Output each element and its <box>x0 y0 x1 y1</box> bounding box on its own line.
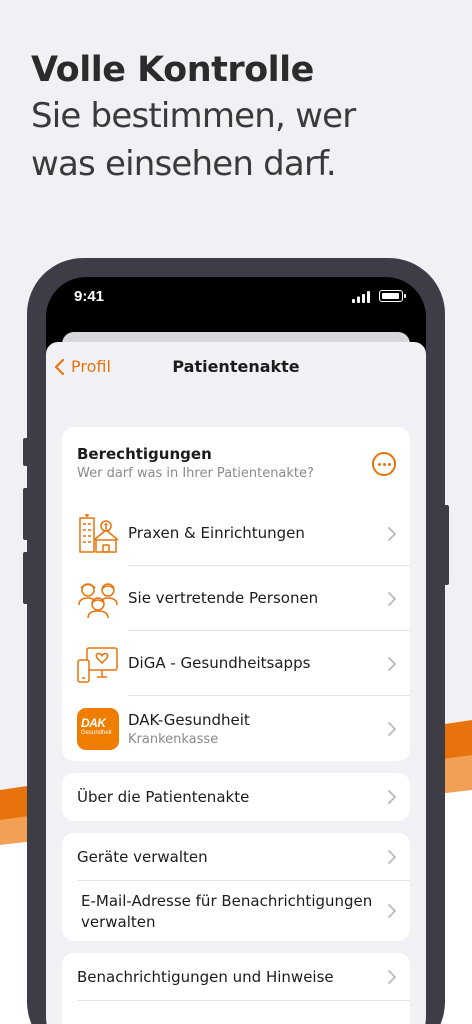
people-icon <box>78 583 118 619</box>
navigation-bar: Profil Patientenakte <box>46 342 426 392</box>
notch <box>134 277 338 305</box>
devices-card: Geräte verwalten E-Mail-Adresse für Bena… <box>62 833 410 941</box>
dak-logo-text: DAK <box>81 716 106 730</box>
permission-item-label: DiGA - Gesundheitsapps <box>128 654 311 672</box>
manage-email-item[interactable]: E-Mail-Adresse für Benachrichtigungen ve… <box>62 881 410 941</box>
chevron-right-icon <box>388 970 396 984</box>
manage-devices-item[interactable]: Geräte verwalten <box>62 833 410 881</box>
headline-title: Volle Kontrolle <box>31 50 314 90</box>
permissions-card: Berechtigungen Wer darf was in Ihrer Pat… <box>62 427 410 761</box>
about-patientenakte-item[interactable]: Über die Patientenakte <box>62 773 410 821</box>
chevron-right-icon <box>388 904 396 918</box>
notifications-item[interactable]: Benachrichtigungen und Hinweise <box>62 953 410 1001</box>
manage-email-label-line2: verwalten <box>81 913 156 931</box>
manage-devices-label: Geräte verwalten <box>77 848 208 866</box>
notifications-card: Benachrichtigungen und Hinweise <box>62 953 410 1024</box>
dak-logo-subtext: Gesundheit <box>81 730 112 736</box>
about-card: Über die Patientenakte <box>62 773 410 821</box>
battery-icon <box>379 290 406 302</box>
chevron-right-icon <box>388 850 396 864</box>
permission-item-praxen[interactable]: Praxen & Einrichtungen <box>62 502 410 566</box>
devices-icon <box>77 647 118 683</box>
permission-item-diga[interactable]: DiGA - Gesundheitsapps <box>62 632 410 696</box>
phone-frame: 9:41 Profil Patientenakte Berechtigungen… <box>27 258 445 1024</box>
app-screen: Profil Patientenakte Berechtigungen Wer … <box>46 342 426 1024</box>
status-time: 9:41 <box>74 288 105 305</box>
headline-subtitle-2: was einsehen darf. <box>31 144 337 184</box>
status-bar: 9:41 <box>46 277 426 325</box>
permissions-subtitle: Wer darf was in Ihrer Patientenakte? <box>77 466 314 481</box>
notifications-label: Benachrichtigungen und Hinweise <box>77 968 334 986</box>
page-title: Patientenakte <box>172 357 300 376</box>
signal-icon <box>352 291 370 303</box>
phone-screen: 9:41 Profil Patientenakte Berechtigungen… <box>46 277 426 1024</box>
headline-subtitle-1: Sie bestimmen, wer <box>31 96 356 136</box>
chevron-right-icon <box>388 790 396 804</box>
permission-item-dak[interactable]: DAK Gesundheit DAK-Gesundheit Krankenkas… <box>62 697 410 761</box>
about-label: Über die Patientenakte <box>77 788 250 806</box>
chevron-right-icon <box>388 527 396 541</box>
permission-item-label: Sie vertretende Personen <box>128 589 319 607</box>
more-options-button[interactable] <box>372 452 396 476</box>
permission-item-sublabel: Krankenkasse <box>128 732 219 747</box>
permissions-header: Berechtigungen Wer darf was in Ihrer Pat… <box>77 445 314 481</box>
permission-item-label: Praxen & Einrichtungen <box>128 524 305 542</box>
chevron-right-icon <box>388 657 396 671</box>
hospital-icon <box>79 514 119 553</box>
chevron-right-icon <box>388 722 396 736</box>
permissions-title: Berechtigungen <box>77 445 212 463</box>
permission-item-label: DAK-Gesundheit <box>128 711 250 729</box>
manage-email-label-line1: E-Mail-Adresse für Benachrichtigungen <box>81 892 373 910</box>
headline: Volle Kontrolle Sie bestimmen, wer was e… <box>31 48 451 188</box>
permission-item-vertretende-personen[interactable]: Sie vertretende Personen <box>62 567 410 631</box>
chevron-right-icon <box>388 592 396 606</box>
dak-logo: DAK Gesundheit <box>77 708 119 750</box>
